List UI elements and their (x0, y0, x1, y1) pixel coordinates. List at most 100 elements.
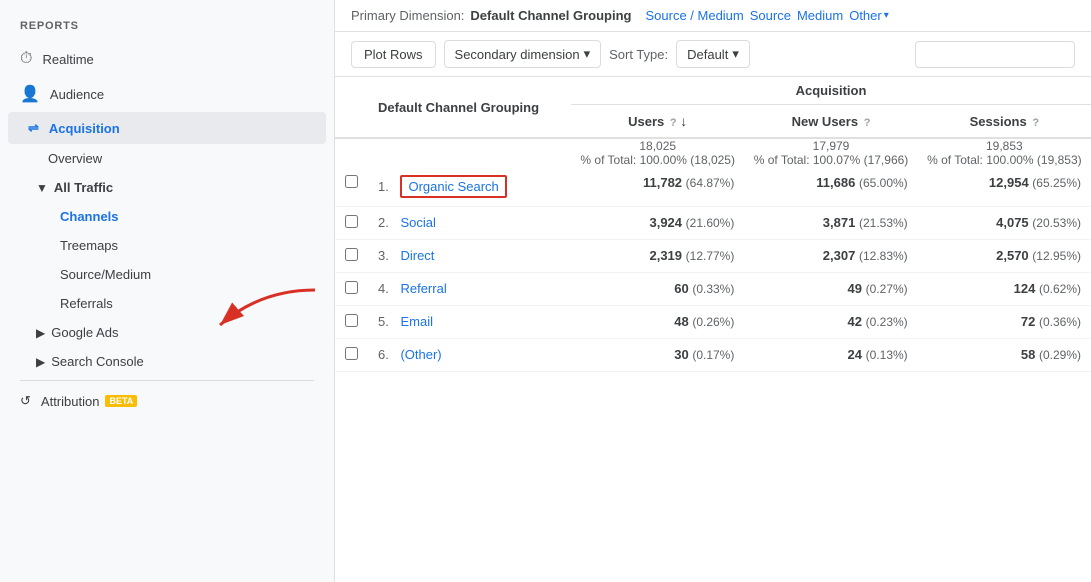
sidebar-item-treemaps[interactable]: Treemaps (0, 231, 334, 260)
select-all-header (335, 77, 368, 138)
new-users-cell: 2,307 (12.83%) (744, 240, 917, 273)
sidebar-item-realtime[interactable]: ⏱ Realtime (0, 42, 334, 76)
row-checkbox[interactable] (345, 248, 358, 261)
clock-icon: ⏱ (20, 50, 32, 68)
arrows-icon: ⇌ (28, 120, 39, 136)
sessions-pct: (0.62%) (1039, 282, 1081, 296)
sort-dropdown-icon: ▾ (732, 46, 739, 62)
new-users-pct: (0.23%) (866, 315, 908, 329)
sessions-cell: 4,075 (20.53%) (918, 207, 1091, 240)
new-users-cell: 3,871 (21.53%) (744, 207, 917, 240)
new-users-header[interactable]: New Users ? (744, 105, 917, 139)
acquisition-header: Acquisition (571, 77, 1091, 105)
person-icon: 👤 (20, 84, 40, 104)
table-row: 1. Organic Search 11,782 (64.87%) 11,686… (335, 167, 1091, 207)
new-users-value: 24 (848, 347, 862, 362)
attribution-icon: ↺ (20, 393, 31, 409)
source-link[interactable]: Source (750, 8, 791, 23)
sidebar-item-overview[interactable]: Overview (0, 144, 334, 173)
sessions-value: 124 (1014, 281, 1036, 296)
sidebar-item-google-ads[interactable]: ▶ Google Ads (0, 318, 334, 347)
row-number: 4. (378, 281, 389, 296)
new-users-value: 11,686 (816, 175, 855, 190)
row-number: 3. (378, 248, 389, 263)
sidebar-item-all-traffic[interactable]: ▼ All Traffic (0, 173, 334, 202)
reports-label: REPORTS (0, 12, 334, 42)
channel-cell: 1. Organic Search (368, 167, 571, 207)
sidebar-audience-label: Audience (50, 87, 104, 102)
row-checkbox[interactable] (345, 175, 358, 188)
sidebar: REPORTS ⏱ Realtime 👤 Audience ⇌ Acquisit… (0, 0, 335, 582)
new-users-help-icon[interactable]: ? (864, 117, 871, 129)
row-checkbox-cell (335, 273, 368, 306)
row-checkbox-cell (335, 167, 368, 207)
plot-rows-button[interactable]: Plot Rows (351, 41, 436, 68)
table-row: 2. Social 3,924 (21.60%) 3,871 (21.53%) … (335, 207, 1091, 240)
users-header[interactable]: Users ? ↓ (571, 105, 744, 139)
sidebar-item-source-medium[interactable]: Source/Medium (0, 260, 334, 289)
sessions-value: 2,570 (996, 248, 1029, 263)
sidebar-realtime-label: Realtime (42, 52, 93, 67)
expand-right-icon2: ▶ (36, 355, 45, 369)
totals-row: 18,025 % of Total: 100.00% (18,025) 17,9… (335, 138, 1091, 167)
users-cell: 48 (0.26%) (571, 306, 744, 339)
sessions-cell: 2,570 (12.95%) (918, 240, 1091, 273)
sessions-value: 4,075 (996, 215, 1029, 230)
channel-name[interactable]: Referral (400, 281, 446, 296)
medium-link[interactable]: Medium (797, 8, 843, 23)
channel-name[interactable]: Social (400, 215, 435, 230)
new-users-value: 2,307 (823, 248, 856, 263)
sidebar-item-audience[interactable]: 👤 Audience (0, 76, 334, 112)
channel-grouping-header: Default Channel Grouping (368, 77, 571, 138)
sidebar-item-attribution[interactable]: ↺ Attribution BETA (0, 385, 334, 417)
secondary-dimension-button[interactable]: Secondary dimension ▾ (444, 40, 602, 68)
users-pct: (64.87%) (686, 176, 735, 190)
table-row: 4. Referral 60 (0.33%) 49 (0.27%) 124 (0… (335, 273, 1091, 306)
data-table-container: Default Channel Grouping Acquisition Use… (335, 77, 1091, 582)
sessions-cell: 124 (0.62%) (918, 273, 1091, 306)
sidebar-item-channels[interactable]: Channels (0, 202, 334, 231)
other-dropdown[interactable]: Other ▾ (849, 8, 889, 23)
overview-label: Overview (48, 151, 102, 166)
sessions-pct: (20.53%) (1032, 216, 1081, 230)
sidebar-item-acquisition[interactable]: ⇌ Acquisition (8, 112, 326, 144)
search-input[interactable] (915, 41, 1075, 68)
sessions-help-icon[interactable]: ? (1032, 117, 1039, 129)
row-number: 1. (378, 179, 389, 194)
channel-name[interactable]: (Other) (400, 347, 441, 362)
new-users-value: 49 (848, 281, 862, 296)
source-medium-link[interactable]: Source / Medium (645, 8, 743, 23)
sort-default-button[interactable]: Default ▾ (676, 40, 750, 68)
users-value: 2,319 (649, 248, 682, 263)
users-help-icon[interactable]: ? (670, 117, 677, 129)
channel-name[interactable]: Organic Search (408, 179, 498, 194)
totals-new-users: 17,979 % of Total: 100.07% (17,966) (744, 138, 917, 167)
row-checkbox[interactable] (345, 347, 358, 360)
primary-dimension-bar: Primary Dimension: Default Channel Group… (335, 0, 1091, 32)
new-users-cell: 49 (0.27%) (744, 273, 917, 306)
table-row: 3. Direct 2,319 (12.77%) 2,307 (12.83%) … (335, 240, 1091, 273)
row-checkbox[interactable] (345, 215, 358, 228)
main-content: Primary Dimension: Default Channel Group… (335, 0, 1091, 582)
users-pct: (12.77%) (686, 249, 735, 263)
sort-default-label: Default (687, 47, 728, 62)
data-table: Default Channel Grouping Acquisition Use… (335, 77, 1091, 372)
primary-dim-value: Default Channel Grouping (470, 8, 631, 23)
users-pct: (0.33%) (692, 282, 734, 296)
sessions-cell: 72 (0.36%) (918, 306, 1091, 339)
other-label: Other (849, 8, 882, 23)
sidebar-item-referrals[interactable]: Referrals (0, 289, 334, 318)
row-checkbox[interactable] (345, 314, 358, 327)
channel-name[interactable]: Direct (400, 248, 434, 263)
row-checkbox[interactable] (345, 281, 358, 294)
row-number: 6. (378, 347, 389, 362)
row-checkbox-cell (335, 240, 368, 273)
sidebar-item-search-console[interactable]: ▶ Search Console (0, 347, 334, 376)
search-console-label: Search Console (51, 354, 144, 369)
channel-name[interactable]: Email (400, 314, 433, 329)
channel-cell: 3. Direct (368, 240, 571, 273)
sort-users-icon[interactable]: ↓ (680, 113, 687, 129)
users-pct: (21.60%) (686, 216, 735, 230)
sessions-pct: (0.36%) (1039, 315, 1081, 329)
sessions-header[interactable]: Sessions ? (918, 105, 1091, 139)
